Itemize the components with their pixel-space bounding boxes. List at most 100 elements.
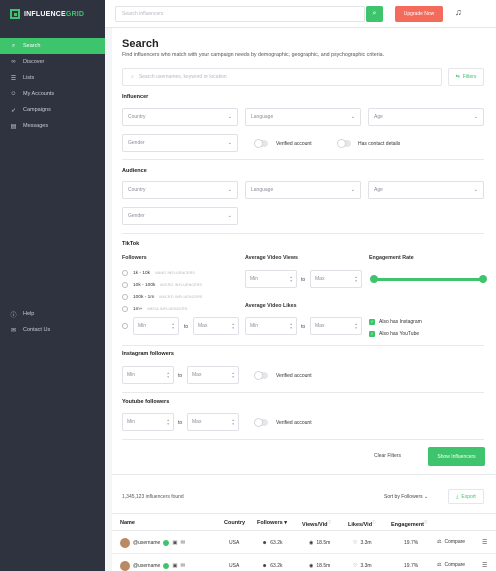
followers-subtitle: Followers — [122, 255, 147, 261]
compare-button[interactable]: ⚖ Compare — [437, 562, 465, 568]
engagement-subtitle: Engagement Rate — [369, 255, 414, 261]
youtube-max-input[interactable]: Max ▴ ▾ — [187, 413, 239, 431]
table-row[interactable]: @username ▣ ✉ USA ☻ 63.2k ◉ 18.5m ♡ 3.3m 19… — [112, 555, 496, 571]
col-country[interactable]: Country — [224, 520, 245, 526]
row-menu-icon[interactable]: ☰ — [482, 539, 487, 546]
influencer-age-select[interactable]: Age ⌄ — [368, 108, 484, 126]
stepper-icon[interactable]: ▴ ▾ — [232, 371, 234, 379]
stepper-icon[interactable]: ▴ ▾ — [232, 322, 234, 330]
stepper-icon[interactable]: ▴ ▾ — [172, 322, 174, 330]
instagram-max-input[interactable]: Max ▴ ▾ — [187, 366, 239, 384]
engagement-slider-track[interactable] — [374, 278, 484, 281]
main-search-input[interactable]: ⌕ Search usernames, keyword or location — [122, 68, 442, 86]
table-row[interactable]: @username ▣ ✉ USA ☻ 63.2k ◉ 18.5m ♡ 3.3m 19… — [112, 532, 496, 554]
followers-max-input[interactable]: Max ▴ ▾ — [193, 317, 239, 335]
instagram-icon[interactable]: ▣ — [172, 563, 177, 569]
col-engagement[interactable]: Engagementⓘ — [391, 520, 428, 528]
engagement-slider-max-handle[interactable] — [479, 275, 487, 283]
radio-button[interactable] — [122, 294, 128, 300]
col-likes[interactable]: Likes/Vidⓘ — [348, 520, 376, 528]
followers-custom-radio[interactable] — [122, 323, 128, 329]
likes-min-input[interactable]: Min ▴ ▾ — [245, 317, 297, 335]
download-icon: ⤓ — [456, 493, 459, 500]
stepper-icon[interactable]: ▴ ▾ — [355, 275, 357, 283]
stepper-icon[interactable]: ▴ ▾ — [355, 322, 357, 330]
stepper-icon[interactable]: ▴ ▾ — [290, 275, 292, 283]
radio-button[interactable] — [122, 306, 128, 312]
col-name[interactable]: Name — [120, 520, 135, 526]
export-button[interactable]: ⤓ Export — [448, 489, 484, 504]
divider — [122, 159, 484, 160]
audience-country-select[interactable]: Country ⌄ — [122, 181, 238, 199]
stepper-icon[interactable]: ▴ ▾ — [232, 418, 234, 426]
check-icon[interactable]: ✓ — [369, 331, 375, 337]
youtube-min-input[interactable]: Min ▴ ▾ — [122, 413, 174, 431]
show-influencers-button[interactable]: Show Influencers — [428, 447, 485, 466]
top-search-button[interactable]: ⌕ — [366, 6, 383, 22]
to-label: to — [184, 324, 189, 330]
engagement-slider-min-handle[interactable] — [370, 275, 378, 283]
has-youtube-checkbox[interactable]: ✓ Also has YouTube — [369, 331, 419, 337]
top-search-input[interactable]: Search influencers — [115, 6, 365, 22]
followers-option-macro[interactable]: 100k - 1m MACRO INFLUENCERS — [122, 294, 202, 300]
sidebar-item-discover[interactable]: ∞ Discover — [0, 54, 105, 70]
influencer-language-select[interactable]: Language ⌄ — [245, 108, 361, 126]
username[interactable]: @username — [133, 540, 160, 546]
audience-language-select[interactable]: Language ⌄ — [245, 181, 361, 199]
sidebar-item-my-accounts[interactable]: ☺ My Accounts — [0, 86, 105, 102]
avatar[interactable] — [120, 561, 130, 571]
logo[interactable]: INFLUENCEGRID — [10, 8, 84, 20]
sidebar-item-messages[interactable]: ▤ Messages — [0, 118, 105, 134]
upgrade-button[interactable]: Upgrade Now — [395, 6, 443, 22]
verified-account-toggle[interactable] — [254, 139, 268, 148]
instagram-icon[interactable]: ▣ — [172, 540, 177, 546]
username[interactable]: @username — [133, 563, 160, 569]
table-header: Name Country Followers ▾ Views/Vidⓘ Like… — [112, 513, 496, 531]
chevron-down-icon: ⌄ — [473, 114, 478, 120]
has-instagram-checkbox[interactable]: ✓ Also has Instagram — [369, 319, 422, 325]
influencer-country-select[interactable]: Country ⌄ — [122, 108, 238, 126]
sidebar-item-lists[interactable]: ☰ Lists — [0, 70, 105, 86]
views-min-input[interactable]: Min ▴ ▾ — [245, 270, 297, 288]
check-icon[interactable]: ✓ — [369, 319, 375, 325]
sidebar-item-campaigns[interactable]: ➶ Campaigns — [0, 102, 105, 118]
followers-option-micro[interactable]: 10k - 100k MICRO INFLUENCERS — [122, 282, 202, 288]
clear-filters-button[interactable]: Clear Filters — [374, 453, 401, 459]
row-menu-icon[interactable]: ☰ — [482, 562, 487, 569]
radio-button[interactable] — [122, 282, 128, 288]
youtube-verified-toggle[interactable] — [254, 418, 268, 427]
influencer-cell: @username ▣ ✉ — [120, 561, 185, 571]
radio-button[interactable] — [122, 270, 128, 276]
contact-details-label: Has contact details — [358, 141, 401, 147]
instagram-verified-toggle[interactable] — [254, 371, 268, 380]
mail-icon[interactable]: ✉ — [181, 540, 186, 546]
followers-option-nano[interactable]: 1k - 10k NANO INFLUENCERS — [122, 270, 195, 276]
mail-icon[interactable]: ✉ — [181, 563, 186, 569]
col-views[interactable]: Views/Vidⓘ — [302, 520, 331, 528]
influencer-gender-select[interactable]: Gender ⌄ — [122, 134, 238, 152]
bell-icon[interactable]: ♫ — [455, 7, 462, 17]
youtube-verified-label: Verified account — [276, 420, 312, 426]
contact-details-toggle[interactable] — [337, 139, 351, 148]
sidebar: INFLUENCEGRID ⌕ Search ∞ Discover ☰ Lists ☺… — [0, 0, 105, 571]
followers-min-input[interactable]: Min ▴ ▾ — [133, 317, 179, 335]
likes-max-input[interactable]: Max ▴ ▾ — [310, 317, 362, 335]
instagram-min-input[interactable]: Min ▴ ▾ — [122, 366, 174, 384]
compare-button[interactable]: ⚖ Compare — [437, 539, 465, 545]
stepper-icon[interactable]: ▴ ▾ — [290, 322, 292, 330]
stepper-icon[interactable]: ▴ ▾ — [167, 371, 169, 379]
audience-gender-select[interactable]: Gender ⌄ — [122, 207, 238, 225]
audience-age-select[interactable]: Age ⌄ — [368, 181, 484, 199]
stepper-icon[interactable]: ▴ ▾ — [167, 418, 169, 426]
views-max-input[interactable]: Max ▴ ▾ — [310, 270, 362, 288]
verified-account-label: Verified account — [276, 141, 312, 147]
sidebar-item-help[interactable]: ⓘ Help — [0, 306, 105, 322]
followers-option-mega[interactable]: 1m+ MEGA INFLUENCERS — [122, 306, 187, 312]
filters-button[interactable]: ⇆ Filters — [448, 68, 484, 86]
sidebar-item-search[interactable]: ⌕ Search — [0, 38, 105, 54]
sort-dropdown[interactable]: Sort by Followers ⌄ — [384, 494, 428, 500]
sidebar-item-contact[interactable]: ✉ Contact Us — [0, 322, 105, 338]
avatar[interactable] — [120, 538, 130, 548]
col-followers[interactable]: Followers ▾ — [257, 520, 287, 526]
instagram-verified-label: Verified account — [276, 373, 312, 379]
